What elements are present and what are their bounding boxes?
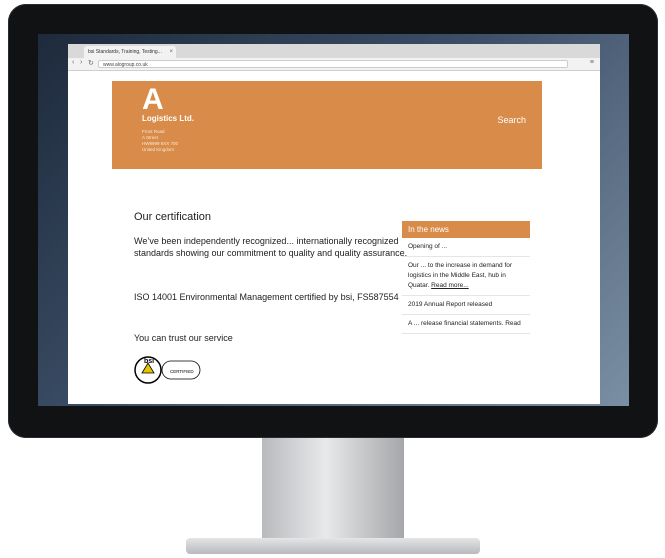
monitor-stand-neck [262, 438, 404, 538]
close-icon[interactable]: × [169, 46, 173, 58]
read-more-link[interactable]: Read more... [431, 282, 469, 289]
address-bar[interactable]: www.alogroup.co.uk [98, 60, 568, 68]
news-item-text: A ... release financial statements. Read [408, 320, 521, 327]
browser-window: bsi Standards, Training, Testing... × ‹ … [68, 44, 600, 404]
tab-title: bsi Standards, Training, Testing... [88, 49, 162, 55]
news-item[interactable]: 2019 Annual Report released [402, 296, 530, 315]
bsi-logo-text: bsi [144, 358, 154, 365]
site-header: A Logistics Ltd. Front Road A Street HW9… [112, 81, 542, 169]
news-heading: In the news [402, 221, 530, 238]
bsi-certified-logo: bsi CERTIFIED [134, 356, 201, 384]
iso-paragraph: ISO 14001 Environmental Management certi… [134, 292, 399, 302]
search-link[interactable]: Search [497, 115, 526, 125]
forward-icon[interactable]: › [80, 59, 82, 66]
news-item[interactable]: A ... release financial statements. Read [402, 315, 530, 334]
address-row: ‹ › ↻ www.alogroup.co.uk ≡ [68, 58, 600, 71]
screen: bsi Standards, Training, Testing... × ‹ … [38, 34, 629, 406]
address-block: Front Road A Street HW9999 9XX 700 Unite… [142, 129, 178, 153]
news-item-text: Opening of ... [408, 243, 448, 250]
company-name: Logistics Ltd. [142, 114, 194, 123]
certification-paragraph: We’ve been independently recognized... i… [134, 236, 408, 258]
news-item-text: 2019 Annual Report released [408, 301, 493, 308]
certified-text: CERTIFIED [170, 369, 194, 374]
trust-text: You can trust our service [134, 333, 233, 343]
reload-icon[interactable]: ↻ [88, 59, 94, 67]
browser-tab[interactable]: bsi Standards, Training, Testing... × [84, 46, 176, 58]
monitor-stand-base [186, 538, 480, 554]
address-line: United Kingdom [142, 147, 175, 152]
monitor-frame: bsi Standards, Training, Testing... × ‹ … [8, 4, 658, 438]
certification-heading: Our certification [134, 211, 212, 223]
news-sidebar: In the news Opening of ... Our ... to th… [402, 221, 530, 334]
news-item[interactable]: Opening of ... [402, 238, 530, 257]
menu-icon[interactable]: ≡ [590, 59, 594, 66]
news-item[interactable]: Our ... to the increase in demand for lo… [402, 257, 530, 296]
back-icon[interactable]: ‹ [72, 59, 74, 66]
logo-letter[interactable]: A [142, 83, 164, 117]
web-page: A Logistics Ltd. Front Road A Street HW9… [68, 71, 600, 404]
tab-bar: bsi Standards, Training, Testing... × [68, 44, 600, 58]
